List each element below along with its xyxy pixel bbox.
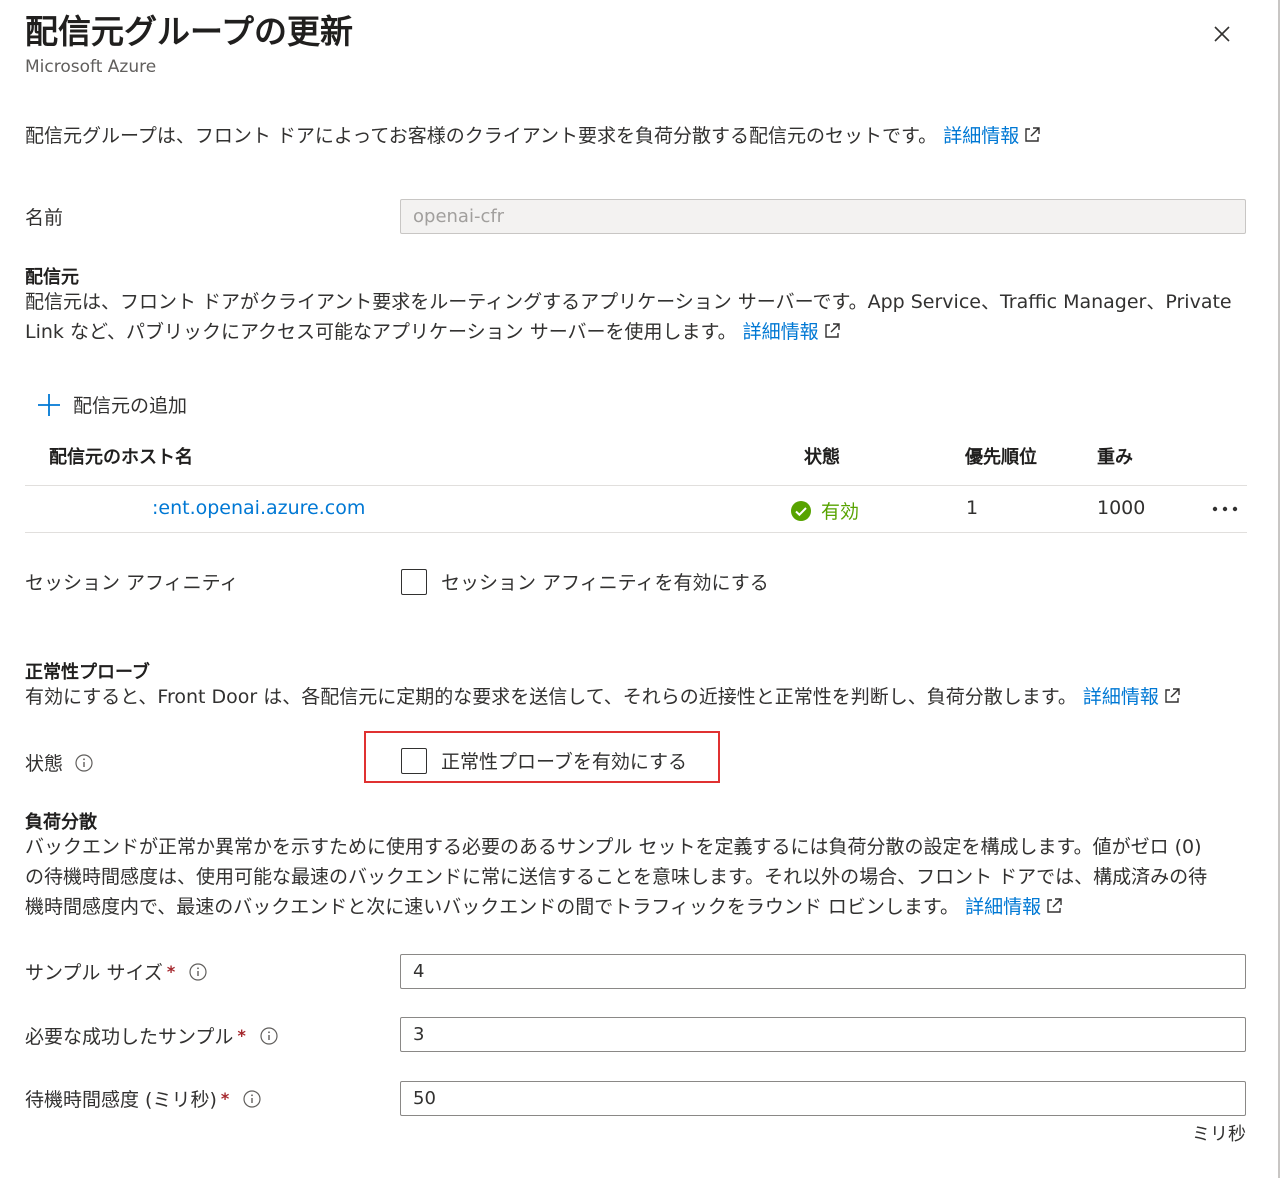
table-bottom-divider [25,532,1247,533]
close-icon [1214,26,1230,42]
origin-status: 有効 [790,497,859,524]
health-probe-desc: 有効にすると、Front Door は、各配信元に定期的な要求を送信して、それら… [25,682,1181,712]
origin-status-label: 有効 [821,501,860,523]
check-circle-icon [791,500,811,521]
health-probe-checkbox[interactable] [401,748,427,774]
load-balancing-learn-more-link[interactable]: 詳細情報 [965,896,1063,918]
plus-icon [38,393,60,416]
successful-samples-label: 必要な成功したサンプル [25,1026,234,1048]
health-probe-checkbox-label[interactable]: 正常性プローブを有効にする [441,747,687,774]
load-balancing-desc-line1: バックエンドが正常か異常かを示すために使用する必要のあるサンプル セットを定義す… [25,836,1202,858]
sample-size-input[interactable] [400,954,1246,989]
table-divider [25,485,1247,486]
latency-label-row: 待機時間感度 (ミリ秒) * [25,1085,261,1112]
column-header-priority: 優先順位 [965,447,1037,468]
column-header-status: 状態 [804,447,840,468]
add-origin-label: 配信元の追加 [73,395,188,417]
origins-desc-line1: 配信元は、フロント ドアがクライアント要求をルーティングするアプリケーション サ… [25,291,1232,313]
external-link-icon [824,323,840,338]
successful-samples-input[interactable] [400,1017,1246,1052]
intro-text: 配信元グループは、フロント ドアによってお客様のクライアント要求を負荷分散する配… [25,121,1041,151]
required-indicator: * [237,1026,246,1045]
origins-desc-line2: Link など、パブリックにアクセス可能なアプリケーション サーバーを使用します… [25,317,841,347]
successful-samples-label-row: 必要な成功したサンプル * [25,1022,278,1049]
column-header-hostname: 配信元のホスト名 [49,447,193,468]
origins-learn-more-link[interactable]: 詳細情報 [743,321,841,343]
sample-size-label: サンプル サイズ [25,962,163,984]
origin-priority: 1 [966,497,979,519]
latency-input[interactable] [400,1081,1246,1116]
external-link-icon [1047,898,1062,913]
info-icon[interactable] [189,962,207,981]
origin-hostname-link[interactable]: :ent.openai.azure.com [152,497,365,519]
required-indicator: * [220,1089,230,1108]
session-affinity-checkbox-label[interactable]: セッション アフィニティを有効にする [441,568,769,595]
external-link-icon [1165,688,1180,703]
origins-heading: 配信元 [25,267,79,288]
load-balancing-heading: 負荷分散 [25,812,97,833]
more-options-icon [1212,506,1238,512]
column-header-weight: 重み [1097,447,1133,468]
page-subtitle: Microsoft Azure [25,57,157,77]
info-icon[interactable] [243,1089,261,1108]
info-icon[interactable] [260,1026,278,1045]
sample-size-label-row: サンプル サイズ * [25,958,207,985]
required-indicator: * [166,962,176,981]
intro-learn-more-link[interactable]: 詳細情報 [943,125,1041,147]
add-origin-button[interactable]: 配信元の追加 [36,391,187,418]
health-probe-learn-more-link[interactable]: 詳細情報 [1083,686,1181,708]
session-affinity-label: セッション アフィニティ [25,572,239,594]
row-more-button[interactable] [1210,498,1242,520]
session-affinity-checkbox[interactable] [401,569,427,595]
info-icon[interactable] [75,753,93,772]
external-link-icon [1025,127,1040,142]
page-title: 配信元グループの更新 [25,12,354,51]
health-probe-state-row: 状態 [25,749,93,776]
close-button[interactable] [1206,18,1238,50]
name-label: 名前 [25,207,64,229]
health-probe-state-label: 状態 [25,753,64,775]
origin-weight: 1000 [1097,497,1146,519]
name-input[interactable] [400,199,1246,234]
load-balancing-desc-line3: 機時間感度内で、最速のバックエンドと次に速いバックエンドの間でトラフィックをラウ… [25,892,1063,922]
health-probe-heading: 正常性プローブ [25,662,150,683]
latency-label: 待機時間感度 (ミリ秒) [25,1089,217,1111]
latency-unit: ミリ秒 [1192,1124,1246,1145]
load-balancing-desc-line2: の待機時間感度は、使用可能な最速のバックエンドに常に送信することを意味します。そ… [25,866,1208,888]
